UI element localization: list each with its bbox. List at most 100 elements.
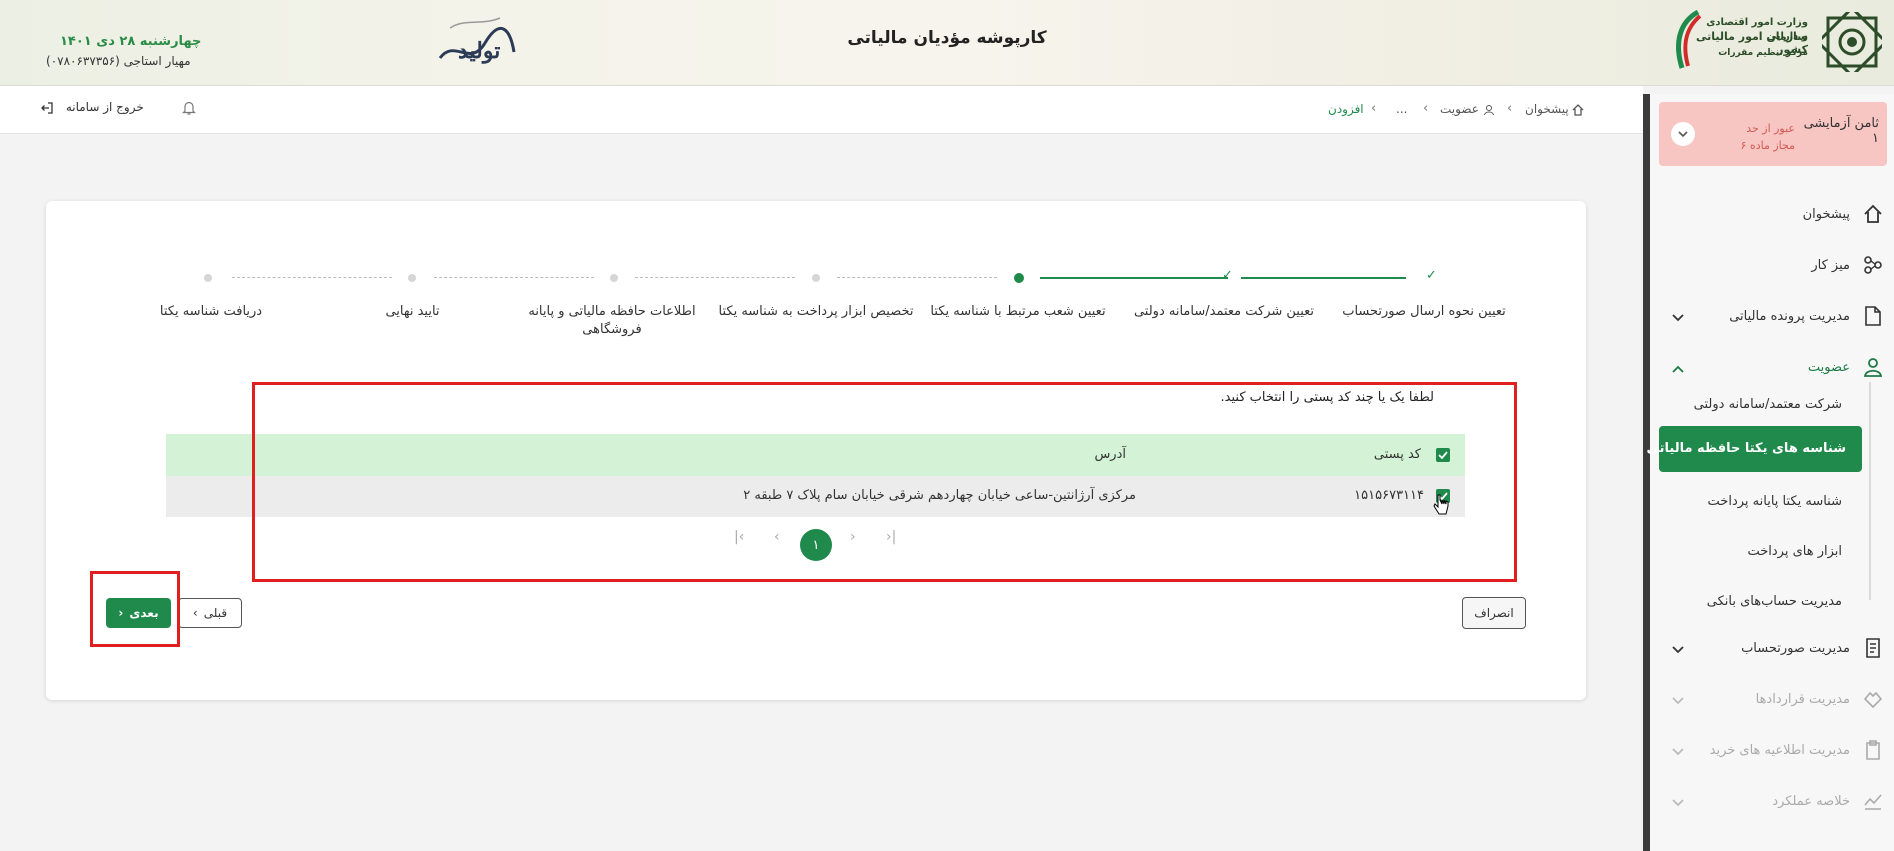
workflow-icon [1862, 254, 1884, 276]
chevron-down-icon[interactable] [1672, 792, 1684, 811]
table-row[interactable]: ۱۵۱۵۶۷۳۱۱۴ مرکزی آرژانتین-ساعی خیابان چه… [166, 476, 1465, 517]
sidebar-item-label: میز کار [1811, 257, 1850, 273]
center-name: مرکز تنظیم مقررات [1718, 48, 1808, 58]
chevron-left-icon: ‹ [1371, 101, 1377, 116]
sidebar-subitem-payment-terminal-id[interactable]: شناسه یکتا پایانه پرداخت [1650, 485, 1894, 519]
step-pending-dot [610, 274, 618, 282]
logout-icon [41, 101, 53, 114]
select-all-checkbox[interactable] [1436, 448, 1450, 462]
previous-button-label: قبلی [203, 606, 228, 620]
sidebar-item-purchase-notices[interactable]: مدیریت اطلاعیه های خرید [1650, 730, 1894, 770]
taxpayer-alert[interactable]: ثامن آزمایشی ۱ عبور از حد مجاز ماده ۶ [1659, 102, 1887, 166]
sidebar-item-tax-file[interactable]: مدیریت پرونده مالیاتی [1650, 296, 1894, 336]
step-label-fiscal-memory: اطلاعات حافظه مالیاتی و پایانه فروشگاهی [528, 304, 696, 338]
app-header: وزارت امور اقتصادی و دارایی سازمان امور … [0, 0, 1894, 86]
last-page-icon[interactable]: ›| [886, 529, 896, 545]
sidebar-item-invoices[interactable]: مدیریت صورتحساب [1650, 628, 1894, 668]
sidebar-item-dashboard[interactable]: پیشخوان [1650, 194, 1894, 234]
sidebar-item-membership[interactable]: عضویت [1650, 347, 1894, 387]
user-icon [1483, 101, 1495, 120]
breadcrumb-current: افزودن [1328, 102, 1364, 116]
step-connector [635, 277, 795, 278]
next-page-icon[interactable]: › [850, 529, 856, 545]
step-current-dot [1014, 273, 1024, 283]
chevron-down-icon[interactable] [1672, 741, 1684, 760]
sidebar-subitem-label: شرکت معتمد/سامانه دولتی [1693, 397, 1842, 412]
logout-label: خروج از سامانه [65, 100, 144, 114]
sidebar-item-contracts[interactable]: مدیریت قراردادها [1650, 679, 1894, 719]
app-title: کارپوشه مؤدیان مالیاتی [847, 28, 1047, 48]
sidebar-item-label: مدیریت قراردادها [1755, 691, 1850, 707]
sidebar-subitem-label: ابزار های پرداخت [1747, 544, 1842, 559]
chevron-left-icon: ‹ [1507, 101, 1513, 116]
step-label-trusted-company: تعیین شرکت معتمد/سامانه دولتی [1133, 304, 1315, 319]
logout-button[interactable]: خروج از سامانه [40, 100, 144, 115]
step-connector [1040, 277, 1228, 279]
sidebar-subitem-payment-tools[interactable]: ابزار های پرداخت [1650, 535, 1894, 569]
column-header-postal-code: کد پستی [1373, 447, 1421, 462]
step-pending-dot [812, 274, 820, 282]
cell-address: مرکزی آرژانتین-ساعی خیابان چهاردهم شرقی … [743, 488, 1136, 503]
breadcrumb-bar: پیشخوان ‹ عضویت ‹ ... ‹ افزودن خروج از س… [0, 86, 1643, 134]
next-button[interactable]: › بعدی [106, 598, 171, 628]
sidebar-item-label: مدیریت پرونده مالیاتی [1729, 308, 1850, 324]
sidebar-subitem-fiscal-memory-ids[interactable]: شناسه های یکتا حافظه مالیاتی [1646, 426, 1862, 472]
step-done-check-icon: ✓ [1426, 268, 1437, 283]
step-connector [232, 277, 392, 278]
invoice-icon [1862, 637, 1884, 659]
step-done-check-icon: ✓ [1222, 268, 1233, 283]
breadcrumb-membership[interactable]: عضویت [1440, 102, 1479, 116]
chevron-up-icon[interactable] [1672, 358, 1684, 377]
sidebar-item-label: مدیریت صورتحساب [1741, 640, 1850, 656]
sidebar-item-label: پیشخوان [1802, 206, 1850, 222]
step-pending-dot [204, 274, 212, 282]
step-label-invoice-method: تعیین نحوه ارسال صورتحساب [1342, 304, 1506, 319]
breadcrumb-home[interactable]: پیشخوان [1525, 102, 1569, 116]
previous-button[interactable]: ‹ قبلی [178, 598, 242, 628]
page-number-button[interactable]: ۱ [800, 529, 832, 561]
handshake-icon [1862, 688, 1884, 710]
sidebar-subitem-bank-accounts[interactable]: مدیریت حساب‌های بانکی [1650, 585, 1894, 619]
step-label-receive-id: دریافت شناسه یکتا [159, 304, 263, 319]
user-icon [1862, 356, 1884, 378]
sidebar: ثامن آزمایشی ۱ عبور از حد مجاز ماده ۶ پی… [1646, 94, 1894, 851]
chevron-left-icon: ‹ [1423, 101, 1429, 116]
sidebar-item-performance-summary[interactable]: خلاصه عملکرد [1650, 781, 1894, 821]
chevron-left-icon: ‹ [192, 606, 198, 620]
home-icon [1862, 203, 1884, 225]
calligraphy-text: تولید [458, 38, 501, 64]
breadcrumb-ellipsis[interactable]: ... [1396, 102, 1407, 116]
chevron-down-icon[interactable] [1672, 307, 1684, 326]
check-icon [1438, 451, 1448, 459]
sidebar-scrollbar[interactable] [1643, 94, 1650, 851]
sidebar-item-workdesk[interactable]: میز کار [1650, 245, 1894, 285]
calligraphy-logo: تولید [430, 8, 520, 74]
prev-page-icon[interactable]: ‹ [774, 529, 780, 545]
home-icon[interactable] [1572, 101, 1584, 120]
sidebar-item-label: مدیریت اطلاعیه های خرید [1709, 742, 1850, 758]
chevron-down-icon[interactable] [1672, 690, 1684, 709]
cancel-button[interactable]: انصراف [1462, 597, 1526, 629]
step-connector [1241, 277, 1406, 279]
column-header-address: آدرس [1094, 447, 1126, 462]
sidebar-subitem-trusted-company[interactable]: شرکت معتمد/سامانه دولتی [1650, 388, 1894, 422]
table-header: کد پستی آدرس [166, 434, 1465, 476]
cell-postal-code: ۱۵۱۵۶۷۳۱۱۴ [1354, 488, 1424, 503]
cancel-button-label: انصراف [1474, 606, 1514, 620]
next-button-label: بعدی [129, 606, 159, 620]
step-label-final-confirm: تایید نهایی [385, 304, 440, 319]
step-label-branches: تعیین شعب مرتبط با شناسه یکتا [930, 304, 1106, 319]
instruction-text: لطفا یک یا چند کد پستی را انتخاب کنید. [1220, 390, 1434, 405]
chevron-down-icon[interactable] [1672, 639, 1684, 658]
sidebar-item-label: عضویت [1807, 359, 1850, 375]
chevron-down-icon[interactable] [1671, 122, 1695, 146]
current-date: چهارشنبه ۲۸ دی ۱۴۰۱ [60, 34, 202, 49]
chart-icon [1862, 790, 1884, 812]
sidebar-subitem-label: شناسه یکتا پایانه پرداخت [1707, 494, 1842, 509]
first-page-icon[interactable]: |‹ [734, 529, 744, 545]
limit-warning: عبور از حد مجاز ماده ۶ [1740, 122, 1795, 153]
step-connector [434, 277, 594, 278]
step-label-payment-tools: تخصیص ابزار پرداخت به شناسه یکتا [718, 304, 914, 319]
bell-icon[interactable] [182, 100, 196, 120]
sidebar-item-label: خلاصه عملکرد [1772, 793, 1850, 809]
